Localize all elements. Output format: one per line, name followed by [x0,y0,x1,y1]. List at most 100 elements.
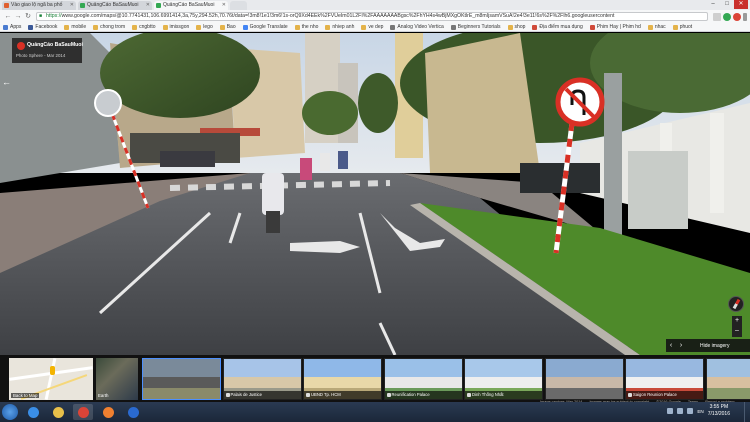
zoom-in-button[interactable]: + [732,316,742,326]
chrome-icon [77,406,89,418]
minimap[interactable]: Back to Map [9,358,93,400]
right-building [425,33,540,173]
start-button[interactable] [2,404,18,420]
tree [302,91,358,135]
bookmark-item[interactable]: imissgon [162,24,190,30]
bookmark-item[interactable]: Địa điểm mua dụng [532,24,583,30]
bookmark-label: imissgon [169,24,190,30]
tray-icon[interactable] [667,408,674,414]
motorbike-rider [262,173,284,215]
imagery-thumbnail[interactable]: UBND Tp. HCM [303,358,382,400]
browser-tab[interactable]: Vào giao lộ ngã ba phố ✕ [2,1,76,10]
bookmark-label: Apps [10,24,22,30]
hide-imagery-button[interactable]: Hide imagery [700,343,729,349]
close-tab-icon[interactable]: ✕ [70,1,74,10]
thumbnail-caption: UBND Tp. HCM [304,391,381,399]
taskbar-app-button[interactable] [48,404,68,420]
reload-icon[interactable]: ↻ [23,12,33,22]
thumbnail-caption: Reunification Palace [384,391,462,399]
bookmark-item[interactable]: cngbtto [132,24,156,30]
bookmark-item[interactable]: lego [196,24,213,30]
next-image-icon[interactable]: › [676,342,686,349]
extension-green-icon[interactable] [723,12,731,21]
menu-icon[interactable] [743,12,747,21]
prev-image-icon[interactable]: ‹ [666,342,676,349]
zoom-out-button[interactable]: – [732,326,742,336]
imagery-thumbnail[interactable]: Saigon Reunion Palace [625,358,704,400]
volume-icon[interactable] [687,408,694,414]
bookmark-item[interactable]: Phim Hay | Phim hd [589,24,641,30]
utility-pole [604,73,622,243]
bookmark-item[interactable]: nhiep anh [325,24,354,30]
taskbar-app-button[interactable] [123,404,143,420]
bookmark-item[interactable]: ve dep [361,24,383,30]
clock-date: 7/13/2016 [707,411,730,417]
taskbar-app-button[interactable] [98,404,118,420]
taskbar-app-button[interactable] [73,404,93,420]
imagery-thumbnail[interactable]: Palais de Justice [222,358,302,400]
maximize-button[interactable]: □ [720,0,734,9]
media-icon [102,406,114,418]
motorbike [266,211,280,233]
bookmark-label: nhiep anh [332,24,355,30]
imagery-thumbnail[interactable] [142,358,221,400]
earth-view-button[interactable]: Earth [96,358,138,400]
close-window-button[interactable]: ✕ [734,0,748,9]
bookmark-item[interactable]: Bao [219,24,236,30]
taskbar-apps [18,404,143,420]
bookmark-item[interactable]: nhac [647,24,666,30]
close-tab-icon[interactable]: ✕ [146,1,150,10]
motorbike-rider [320,153,330,171]
forward-icon[interactable]: → [13,12,23,22]
browser-tab[interactable]: QuảngCáo BaSauMuoi ✕ [78,1,152,10]
imagery-thumbnail[interactable]: Reunification Palace [383,358,463,400]
street-view-panorama[interactable]: ← [0,33,750,355]
bookmark-label: phuot [679,24,693,30]
imagery-thumbnail[interactable]: Dinh Thống Nhất [464,358,543,400]
imagery-thumbnail[interactable] [544,358,624,400]
clock[interactable]: 3:55 PM 7/13/2016 [708,404,730,418]
language-indicator[interactable]: EN [697,409,703,414]
bookmark-item[interactable]: phuot [672,24,693,30]
bookmark-item[interactable]: chong trom [93,24,125,30]
photo-icon [467,393,471,397]
address-bar[interactable]: ■ https://www.google.com/maps/@10.7741431… [36,12,708,21]
imagery-control: ‹ › Hide imagery [666,339,750,352]
close-tab-icon[interactable]: ✕ [222,1,226,10]
bookmark-item[interactable]: Beginners Tutorials [450,24,501,30]
folder-icon [162,24,168,30]
browser-tab-active[interactable]: QuảngCáo BaSauMuoi ✕ [154,1,228,10]
back-arrow-icon[interactable]: ← [2,77,11,87]
bookmark-item[interactable]: the nho [294,24,318,30]
imagery-thumbnail[interactable] [705,358,750,400]
taskbar-app-button[interactable] [23,404,43,420]
tab-label: Vào giao lộ ngã ba phố [11,2,63,8]
show-desktop-button[interactable] [744,402,750,422]
map-road [44,358,57,400]
bookmark-star-icon[interactable] [713,12,721,21]
place-info-card[interactable]: QuảngCáo BaSauMuoi Photo Sphere - Mar 20… [12,38,83,63]
back-icon[interactable]: ← [3,12,13,22]
network-icon[interactable] [677,408,684,414]
new-tab-button[interactable] [230,1,247,10]
bookmark-item[interactable]: Apps [3,24,21,30]
place-title: QuảngCáo BaSauMuoi [27,42,83,48]
photo-icon [225,393,230,397]
bookmark-item[interactable]: Facebook [28,24,57,30]
bookmark-label: cngbtto [139,24,156,30]
folder-icon [219,24,225,30]
bookmark-label: lego [203,24,213,30]
bookmark-item[interactable]: mobile [64,24,86,30]
minimize-button[interactable]: – [706,0,720,9]
zoom-control[interactable]: + – [732,316,742,337]
bookmark-label: nhac [654,24,666,30]
bookmark-item[interactable]: Analog Video Vertica [390,24,444,30]
bookmark-item[interactable]: Google Translate [242,24,288,30]
window-controls: – □ ✕ [706,0,748,9]
extension-red-icon[interactable] [733,12,741,21]
bookmark-item[interactable]: shop [507,24,525,30]
imagery-filmstrip: Back to Map Earth Palais de Justice UBND … [0,355,750,404]
earth-label: Earth [98,393,109,398]
compass-icon[interactable] [728,296,744,312]
parked-motorbikes [160,151,215,167]
